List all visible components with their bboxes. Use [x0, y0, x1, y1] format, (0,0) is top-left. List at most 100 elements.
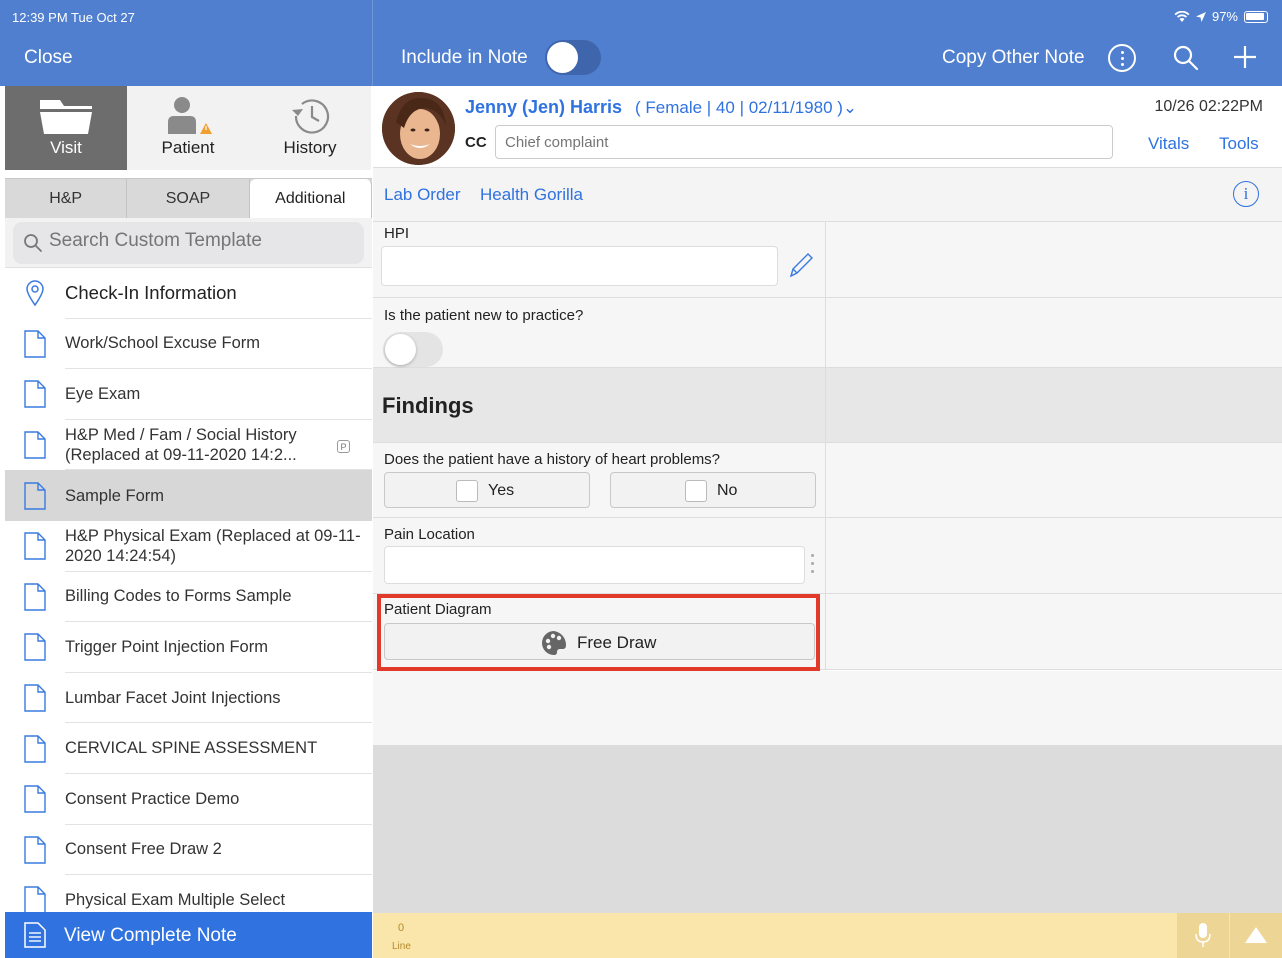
folder-icon: [40, 100, 92, 134]
free-draw-label: Free Draw: [577, 633, 657, 652]
list-item-label: Consent Practice Demo: [65, 774, 372, 825]
document-icon: [24, 431, 46, 459]
no-checkbox[interactable]: [685, 480, 707, 502]
health-gorilla-link[interactable]: Health Gorilla: [480, 185, 583, 205]
document-icon: [24, 380, 46, 409]
include-in-note-toggle[interactable]: [545, 40, 601, 75]
battery-icon: [1244, 10, 1268, 23]
list-item[interactable]: Consent Practice Demo: [5, 774, 372, 825]
new-patient-cell: Is the patient new to practice?: [373, 298, 826, 367]
list-item-check-in[interactable]: Check-In Information: [5, 268, 372, 319]
document-icon: [24, 734, 46, 763]
status-time: 12:39 PM Tue Oct 27: [12, 10, 135, 25]
document-icon: [24, 836, 46, 864]
more-vertical-icon[interactable]: [811, 554, 815, 576]
include-in-note-label: Include in Note: [401, 47, 528, 68]
tab-history[interactable]: History: [249, 86, 371, 170]
list-item[interactable]: Billing Codes to Forms Sample: [5, 572, 372, 623]
template-search-input[interactable]: [49, 230, 349, 252]
lab-order-link[interactable]: Lab Order: [384, 185, 461, 205]
more-options-icon[interactable]: [1108, 44, 1136, 72]
subtab-hp[interactable]: H&P: [5, 179, 128, 218]
list-item[interactable]: H&P Physical Exam (Replaced at 09-11-202…: [5, 521, 372, 572]
copy-other-note-button[interactable]: Copy Other Note: [942, 47, 1085, 69]
patient-avatar[interactable]: [382, 92, 455, 165]
status-bar: 12:39 PM Tue Oct 27 97%: [0, 0, 1282, 30]
toggle-knob: [385, 334, 416, 365]
hpi-input[interactable]: [381, 246, 778, 286]
microphone-icon: [1195, 923, 1211, 947]
subtab-additional[interactable]: Additional: [249, 179, 372, 218]
list-item[interactable]: Work/School Excuse Form: [5, 319, 372, 370]
document-icon: [24, 532, 46, 560]
app-window: 12:39 PM Tue Oct 27 97% Close Include in…: [0, 0, 1282, 958]
line-label: Line: [392, 941, 411, 952]
pain-location-label: Pain Location: [384, 526, 475, 543]
search-icon: [24, 234, 42, 252]
list-item[interactable]: Lumbar Facet Joint Injections: [5, 673, 372, 724]
search-icon[interactable]: [1172, 44, 1200, 72]
free-draw-button[interactable]: Free Draw: [384, 623, 815, 660]
new-patient-toggle[interactable]: [383, 332, 443, 367]
hpi-cell: HPI: [373, 222, 826, 297]
template-subtabs: H&P SOAP Additional: [5, 178, 372, 218]
visit-date: 10/26 02:22PM: [1154, 98, 1263, 115]
draft-badge: P: [337, 439, 350, 453]
patient-demographics[interactable]: ( Female | 40 | 02/11/1980 )⌄: [635, 98, 857, 118]
yes-option[interactable]: Yes: [384, 472, 590, 508]
yes-checkbox[interactable]: [456, 480, 478, 502]
chief-complaint-input[interactable]: [495, 125, 1113, 159]
location-arrow-icon: [1195, 11, 1206, 22]
list-item-selected[interactable]: Sample Form: [5, 470, 372, 521]
document-icon: [24, 785, 46, 813]
new-patient-question: Is the patient new to practice?: [384, 307, 584, 324]
list-item-label: Consent Free Draw 2: [65, 825, 372, 876]
list-item-label: Lumbar Facet Joint Injections: [65, 673, 372, 724]
list-item-label: Trigger Point Injection Form: [65, 622, 372, 673]
list-item-label: Check-In Information: [65, 268, 372, 319]
pencil-icon[interactable]: [787, 250, 815, 280]
vitals-link[interactable]: Vitals: [1148, 134, 1189, 154]
triangle-up-icon: [1245, 927, 1267, 943]
document-icon: [24, 481, 46, 510]
document-icon: [24, 583, 46, 611]
pain-location-input[interactable]: [384, 546, 805, 584]
line-count: 0: [398, 922, 405, 934]
patient-name[interactable]: Jenny (Jen) Harris: [465, 97, 622, 118]
diagram-row: Patient Diagram Free Draw: [373, 594, 1282, 671]
document-icon: [24, 886, 46, 915]
subtab-soap[interactable]: SOAP: [127, 179, 250, 218]
new-patient-row: Is the patient new to practice?: [373, 298, 1282, 368]
list-item-label: Billing Codes to Forms Sample: [65, 572, 372, 623]
list-item[interactable]: Trigger Point Injection Form: [5, 622, 372, 673]
document-icon: [24, 633, 46, 662]
tab-history-label: History: [283, 138, 337, 157]
list-item[interactable]: CERVICAL SPINE ASSESSMENT: [5, 723, 372, 774]
pain-cell: Pain Location: [373, 518, 826, 593]
list-item[interactable]: H&P Med / Fam / Social History (Replaced…: [5, 420, 372, 471]
microphone-button[interactable]: [1177, 913, 1229, 958]
tools-link[interactable]: Tools: [1219, 134, 1259, 154]
expand-up-button[interactable]: [1230, 913, 1282, 958]
list-item[interactable]: Consent Free Draw 2: [5, 825, 372, 876]
info-icon[interactable]: i: [1233, 181, 1259, 207]
pain-row: Pain Location: [373, 518, 1282, 594]
location-pin-icon: [26, 280, 44, 307]
note-background: [373, 745, 1282, 913]
no-label: No: [717, 482, 738, 499]
view-complete-note-button[interactable]: View Complete Note: [5, 912, 372, 958]
left-panel: Visit Patient History H&P SOAP Additiona…: [5, 86, 372, 958]
list-item-label: CERVICAL SPINE ASSESSMENT: [65, 723, 372, 774]
findings-heading: Findings: [382, 393, 474, 418]
list-item[interactable]: Eye Exam: [5, 369, 372, 420]
no-option[interactable]: No: [610, 472, 816, 508]
wifi-icon: [1174, 10, 1190, 22]
patient-diagram-label: Patient Diagram: [384, 601, 492, 618]
list-item-label: Sample Form: [65, 486, 165, 505]
note-panel: Jenny (Jen) Harris ( Female | 40 | 02/11…: [373, 86, 1282, 958]
close-button[interactable]: Close: [24, 47, 73, 69]
tab-patient[interactable]: Patient: [127, 86, 249, 170]
tab-visit[interactable]: Visit: [5, 86, 127, 170]
form-empty-area: [373, 671, 1282, 745]
add-icon[interactable]: [1232, 44, 1258, 70]
